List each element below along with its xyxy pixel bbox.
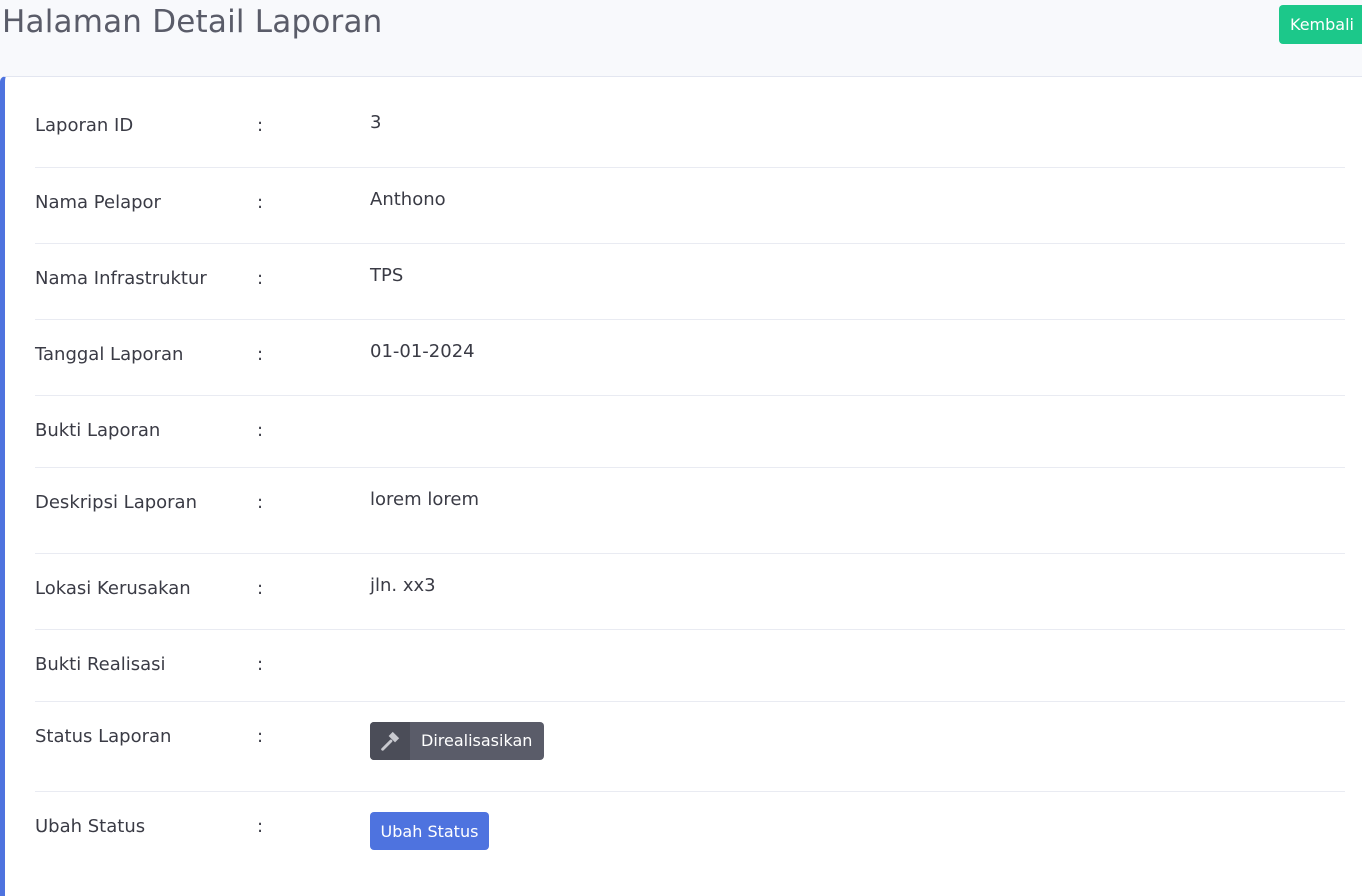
field-value: lorem lorem	[370, 489, 479, 510]
detail-row-tanggal-laporan: Tanggal Laporan : 01-01-2024	[35, 320, 1345, 396]
detail-row-nama-infrastruktur: Nama Infrastruktur : TPS	[35, 244, 1345, 320]
field-label: Tanggal Laporan	[35, 344, 184, 365]
field-value: Anthono	[370, 189, 446, 210]
field-value: 01-01-2024	[370, 341, 475, 362]
field-label: Lokasi Kerusakan	[35, 578, 191, 599]
field-separator: :	[257, 344, 264, 365]
field-separator: :	[257, 726, 264, 747]
field-value: TPS	[370, 265, 404, 286]
status-badge[interactable]: Direalisasikan	[370, 722, 545, 760]
field-label: Status Laporan	[35, 726, 172, 747]
detail-row-deskripsi-laporan: Deskripsi Laporan : lorem lorem	[35, 468, 1345, 554]
field-label: Bukti Realisasi	[35, 654, 166, 675]
detail-row-laporan-id: Laporan ID : 3	[35, 91, 1345, 168]
field-label: Deskripsi Laporan	[35, 492, 197, 513]
status-badge-label: Direalisasikan	[421, 731, 533, 750]
detail-row-nama-pelapor: Nama Pelapor : Anthono	[35, 168, 1345, 244]
detail-row-bukti-realisasi: Bukti Realisasi :	[35, 630, 1345, 702]
detail-row-lokasi-kerusakan: Lokasi Kerusakan : jln. xx3	[35, 554, 1345, 630]
hammer-icon	[370, 722, 410, 760]
detail-row-bukti-laporan: Bukti Laporan :	[35, 396, 1345, 468]
page-title: Halaman Detail Laporan	[2, 4, 383, 40]
field-value: 3	[370, 112, 382, 133]
field-value: jln. xx3	[370, 575, 436, 596]
field-separator: :	[257, 115, 264, 136]
field-separator: :	[257, 268, 264, 289]
detail-row-status-laporan: Status Laporan : Direalisasikan	[35, 702, 1345, 792]
page-header: Halaman Detail Laporan Kembali	[0, 0, 1362, 76]
field-separator: :	[257, 192, 264, 213]
field-label: Nama Pelapor	[35, 192, 161, 213]
field-label: Laporan ID	[35, 115, 134, 136]
field-label: Ubah Status	[35, 816, 146, 837]
field-separator: :	[257, 492, 264, 513]
field-separator: :	[257, 420, 264, 441]
ubah-status-button[interactable]: Ubah Status	[370, 812, 489, 850]
detail-card: Laporan ID : 3 Nama Pelapor : Anthono Na…	[0, 76, 1362, 896]
back-button[interactable]: Kembali	[1279, 5, 1362, 44]
field-separator: :	[257, 654, 264, 675]
field-separator: :	[257, 816, 264, 837]
detail-row-ubah-status: Ubah Status : Ubah Status	[35, 792, 1345, 882]
field-label: Nama Infrastruktur	[35, 268, 207, 289]
field-label: Bukti Laporan	[35, 420, 161, 441]
field-separator: :	[257, 578, 264, 599]
